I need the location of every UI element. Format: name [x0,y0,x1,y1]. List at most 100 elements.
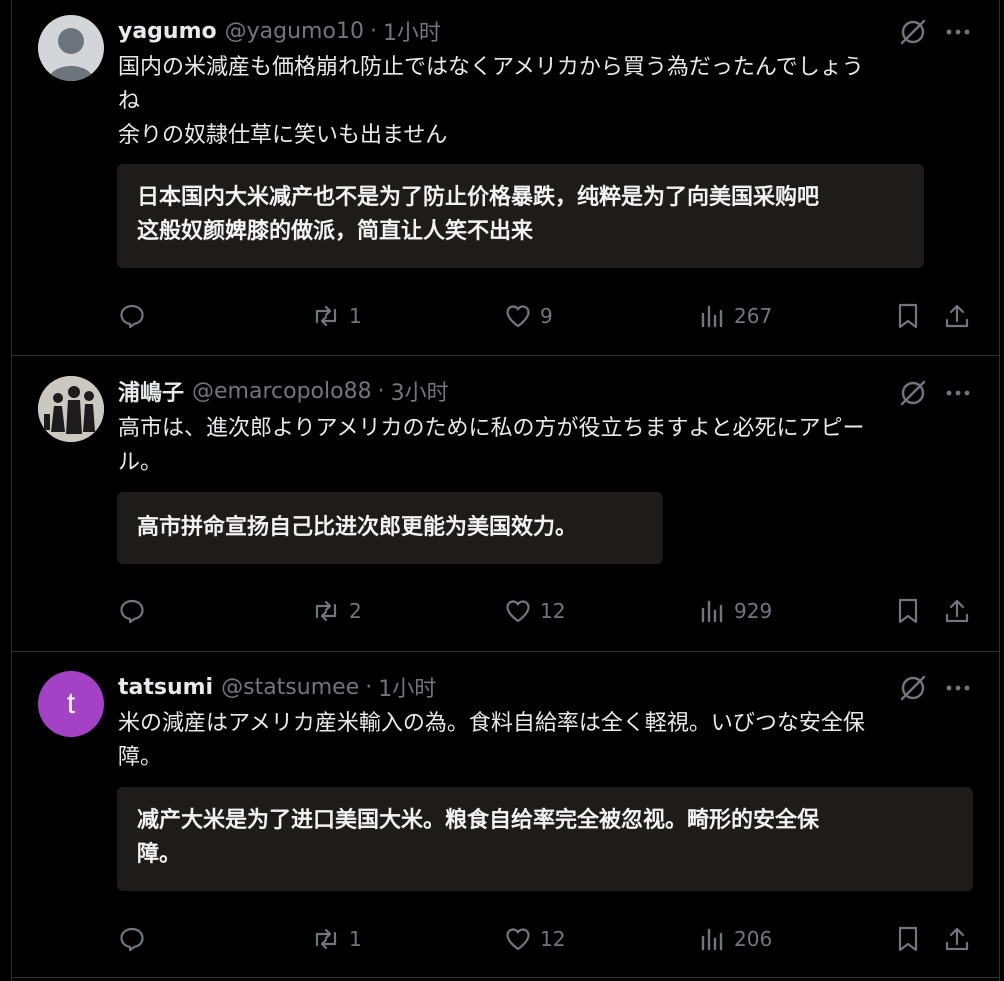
post-header: 浦嶋子 @emarcopolo88 · 3小时 [118,375,449,407]
feed-right-border [999,0,1000,981]
grok-slash-circle-icon[interactable] [899,18,927,46]
post-time[interactable]: 1小时 [378,671,436,703]
share-button[interactable] [943,302,971,330]
bookmark-button[interactable] [895,597,921,625]
like-button[interactable]: 12 [504,597,565,625]
share-upload-icon [943,302,971,330]
separator-dot: · [377,378,385,404]
bookmark-icon [895,302,921,330]
bookmark-button[interactable] [895,925,921,953]
views-button[interactable]: 267 [700,302,772,330]
post-header: yagumo @yagumo10 · 1小时 [118,15,441,47]
repost-count: 1 [349,927,362,951]
post-text-line: ル。 [118,450,163,475]
translation-text: 高市拼命宣扬自己比进次郎更能为美国效力。 [137,515,578,540]
bookmark-button[interactable] [895,302,921,330]
views-bars-icon [700,597,726,625]
post-text-line: 米の減産はアメリカ産米輸入の為。食料自給率は全く軽視。いびつな安全保 [118,711,865,736]
grok-slash-circle-icon[interactable] [899,674,927,702]
more-dots-icon[interactable] [945,380,971,406]
avatar[interactable] [38,376,104,442]
heart-icon [504,302,532,330]
action-bar: 2 12 929 [118,597,971,631]
translation-box: 高市拼命宣扬自己比进次郎更能为美国效力。 [117,492,663,564]
share-upload-icon [943,925,971,953]
translation-line: 减产大米是为了进口美国大米。粮食自给率完全被忽视。畸形的安全保 [137,808,820,833]
repost-arrows-icon [311,925,341,953]
separator-dot: · [365,674,373,700]
repost-count: 2 [349,599,362,623]
like-count: 9 [540,304,553,328]
post-statsumee[interactable]: t tatsumi @statsumee · 1小时 米の減産はアメリカ産米輸入… [11,652,999,977]
like-button[interactable]: 12 [504,925,565,953]
silhouette-figures-icon [38,376,104,442]
timeline-feed: yagumo @yagumo10 · 1小时 国内の米減産も価格崩れ防止ではなく… [0,0,1004,981]
display-name[interactable]: 浦嶋子 [118,375,184,407]
share-button[interactable] [943,597,971,625]
user-handle[interactable]: @yagumo10 [225,19,364,44]
share-upload-icon [943,597,971,625]
post-emarcopolo88[interactable]: 浦嶋子 @emarcopolo88 · 3小时 高市は、進次郎よりアメリカのため… [11,356,999,651]
post-yagumo[interactable]: yagumo @yagumo10 · 1小时 国内の米減産も価格崩れ防止ではなく… [11,0,999,355]
translation-box: 日本国内大米减产也不是为了防止价格暴跌，纯粹是为了向美国采购吧 这般奴颜婢膝的做… [117,164,924,268]
like-count: 12 [540,927,566,951]
reply-bubble-icon [118,925,146,953]
like-count: 12 [540,599,566,623]
avatar[interactable]: t [38,671,104,737]
repost-count: 1 [349,304,362,328]
translation-line: 障。 [137,842,182,867]
post-text-line: 高市は、進次郎よりアメリカのために私の方が役立ちますよと必死にアピー [118,416,865,441]
post-text-line: ね [118,89,141,114]
repost-button[interactable]: 2 [311,597,362,625]
display-name[interactable]: tatsumi [118,675,213,700]
repost-button[interactable]: 1 [311,302,362,330]
reply-bubble-icon [118,597,146,625]
bookmark-icon [895,925,921,953]
like-button[interactable]: 9 [504,302,553,330]
bookmark-icon [895,597,921,625]
post-top-actions [899,18,971,46]
post-text: 国内の米減産も価格崩れ防止ではなくアメリカから買う為だったんでしょう ね 余りの… [118,51,968,153]
post-divider [11,977,999,978]
views-count: 206 [734,927,773,951]
translation-line: 这般奴颜婢膝的做派，简直让人笑不出来 [137,219,534,244]
display-name[interactable]: yagumo [118,19,217,44]
post-text-line: 障。 [118,745,163,770]
post-text-line: 余りの奴隷仕草に笑いも出ません [118,123,448,148]
reply-button[interactable] [118,302,154,330]
views-count: 267 [734,304,773,328]
views-bars-icon [700,302,726,330]
reply-button[interactable] [118,925,154,953]
post-time[interactable]: 3小时 [391,375,449,407]
post-top-actions [899,379,971,407]
avatar[interactable] [38,15,104,81]
views-bars-icon [700,925,726,953]
more-dots-icon[interactable] [945,675,971,701]
views-button[interactable]: 206 [700,925,772,953]
post-text: 高市は、進次郎よりアメリカのために私の方が役立ちますよと必死にアピー ル。 [118,412,968,480]
post-time[interactable]: 1小时 [383,15,441,47]
post-top-actions [899,674,971,702]
action-bar: 1 12 206 [118,925,971,959]
post-text-line: 国内の米減産も価格崩れ防止ではなくアメリカから買う為だったんでしょう [118,55,864,80]
reply-button[interactable] [118,597,154,625]
heart-icon [504,597,532,625]
avatar-letter: t [66,687,76,720]
share-button[interactable] [943,925,971,953]
views-button[interactable]: 929 [700,597,772,625]
user-handle[interactable]: @statsumee [221,675,359,700]
grok-slash-circle-icon[interactable] [899,379,927,407]
views-count: 929 [734,599,773,623]
default-avatar-icon [48,28,94,81]
translation-line: 日本国内大米减产也不是为了防止价格暴跌，纯粹是为了向美国采购吧 [137,185,820,210]
repost-arrows-icon [311,597,341,625]
reply-bubble-icon [118,302,146,330]
user-handle[interactable]: @emarcopolo88 [192,379,372,404]
post-header: tatsumi @statsumee · 1小时 [118,671,436,703]
repost-arrows-icon [311,302,341,330]
action-bar: 1 9 267 [118,302,971,336]
post-text: 米の減産はアメリカ産米輸入の為。食料自給率は全く軽視。いびつな安全保 障。 [118,707,968,775]
separator-dot: · [369,18,377,44]
more-dots-icon[interactable] [945,19,971,45]
repost-button[interactable]: 1 [311,925,362,953]
